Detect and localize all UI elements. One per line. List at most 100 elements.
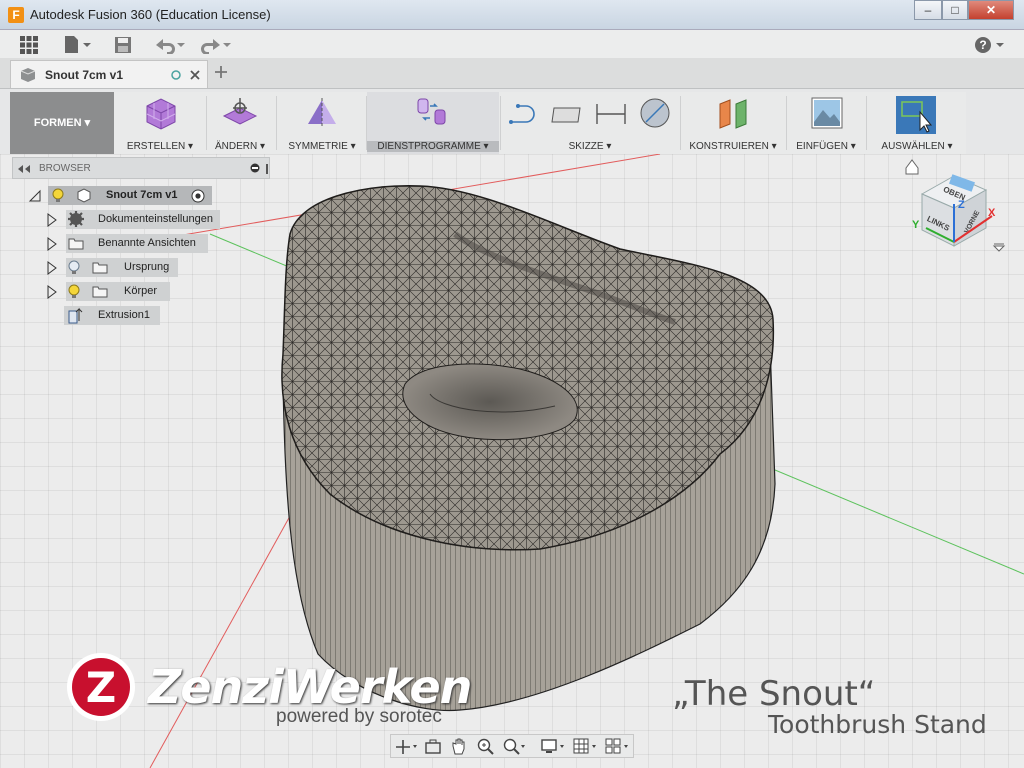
select-icon <box>896 96 936 134</box>
browser-panel-header[interactable]: BROWSER <box>12 157 270 179</box>
toolbar-group-label: SKIZZE <box>568 141 604 152</box>
fit-view-icon[interactable] <box>503 738 527 755</box>
new-tab-icon[interactable] <box>214 65 228 79</box>
browser-title: BROWSER <box>39 163 91 174</box>
close-tab-icon[interactable] <box>189 69 201 81</box>
collapse-browser-icon[interactable] <box>17 164 31 174</box>
expand-triangle-icon[interactable] <box>46 261 58 275</box>
tree-item-ursprung[interactable]: Ursprung <box>46 258 186 277</box>
tree-item-label: Extrusion1 <box>98 309 150 321</box>
svg-text:?: ? <box>979 38 986 52</box>
viewcube[interactable]: OBEN LINKS VORNE X Y Z <box>902 154 1022 264</box>
orbit-icon[interactable] <box>395 739 417 755</box>
sync-status-icon <box>171 70 181 80</box>
expand-triangle-icon[interactable] <box>46 285 58 299</box>
project-title: „The Snout“ <box>672 674 876 714</box>
x-axis-label: X <box>988 207 996 219</box>
create-box-icon <box>146 98 176 130</box>
tree-item-koerper[interactable]: Körper <box>46 282 176 301</box>
workspace-switcher[interactable]: FORMEN ▾ <box>10 92 114 154</box>
sketch-palette-icon <box>640 98 670 128</box>
toolbar-separator <box>276 96 277 150</box>
save-icon[interactable] <box>114 36 132 54</box>
toolbar-group-label: KONSTRUIEREN <box>689 141 769 152</box>
visibility-bulb-icon[interactable] <box>68 284 80 299</box>
viewports-icon[interactable] <box>605 738 631 755</box>
pan-hand-icon[interactable] <box>451 738 467 755</box>
project-subtitle: Toothbrush Stand <box>768 710 987 739</box>
folder-icon <box>92 262 108 274</box>
tree-item-label: Körper <box>124 285 158 297</box>
display-settings-icon[interactable] <box>541 738 567 755</box>
toolbar-separator <box>786 96 787 150</box>
toolbar-separator <box>680 96 681 150</box>
brand-subtitle: powered by sorotec <box>276 706 442 727</box>
tree-item-extrusion1[interactable]: Extrusion1 <box>64 306 164 325</box>
collapse-triangle-icon[interactable] <box>28 189 42 203</box>
quick-access-toolbar: ? <box>0 30 1024 59</box>
toolbar-group-label: AUSWÄHLEN <box>881 141 945 152</box>
construct-icon <box>719 99 747 129</box>
tree-item-label: Benannte Ansichten <box>98 237 196 249</box>
sketch-rectangle-icon <box>551 107 581 123</box>
toolbar-group-label: SYMMETRIE <box>288 141 348 152</box>
tree-item-label: Ursprung <box>124 261 170 273</box>
document-tab-bar: Snout 7cm v1 <box>0 58 1024 89</box>
browser-options-icon[interactable] <box>250 163 260 173</box>
close-window-button[interactable]: ✕ <box>968 0 1014 20</box>
minimize-button[interactable]: – <box>914 0 942 20</box>
toolbar-group-auswaehlen[interactable]: AUSWÄHLEN ▾ <box>868 92 966 154</box>
z-axis-label: Z <box>958 199 965 211</box>
look-at-icon[interactable] <box>425 739 441 755</box>
browser-resize-handle-icon[interactable] <box>264 164 270 174</box>
toolbar-group-skizze[interactable]: SKIZZE ▾ <box>502 92 678 154</box>
document-cube-icon <box>20 68 36 82</box>
visibility-bulb-icon[interactable] <box>52 188 64 203</box>
svg-text:Z: Z <box>86 663 116 712</box>
toolbar-group-konstruieren[interactable]: KONSTRUIEREN ▾ <box>682 92 784 154</box>
toolbar-group-aendern[interactable]: ÄNDERN ▾ <box>208 92 272 154</box>
maximize-button[interactable]: □ <box>942 0 968 20</box>
y-axis-label: Y <box>912 219 920 231</box>
tree-item-benannte-ansichten[interactable]: Benannte Ansichten <box>46 234 216 253</box>
toolbar-group-einfuegen[interactable]: EINFÜGEN ▾ <box>788 92 864 154</box>
sketch-line-icon <box>509 104 535 124</box>
toolbar-group-symmetrie[interactable]: SYMMETRIE ▾ <box>280 92 364 154</box>
toolbar-group-dienstprogramme[interactable]: DIENSTPROGRAMME ▾ <box>367 92 499 154</box>
redo-icon[interactable] <box>198 36 232 54</box>
app-grid-icon[interactable] <box>20 36 38 54</box>
toolbar-group-label: EINFÜGEN <box>796 141 848 152</box>
undo-icon[interactable] <box>153 36 187 54</box>
home-view-icon[interactable] <box>905 159 919 175</box>
help-icon[interactable]: ? <box>974 36 1006 54</box>
activate-component-icon[interactable] <box>191 189 205 203</box>
tree-item-dokumenteinstellungen[interactable]: Dokumenteinstellungen <box>46 210 226 229</box>
visibility-bulb-off-icon[interactable] <box>68 260 80 275</box>
window-title: Autodesk Fusion 360 (Education License) <box>30 7 271 22</box>
toolbar-group-erstellen[interactable]: ERSTELLEN ▾ <box>115 92 205 154</box>
tab-snout-7cm[interactable]: Snout 7cm v1 <box>10 60 208 88</box>
tree-root-label: Snout 7cm v1 <box>106 189 178 201</box>
toolbar-separator <box>866 96 867 150</box>
document-tab-label: Snout 7cm v1 <box>45 68 124 82</box>
brand-logo-icon: Z <box>67 653 135 721</box>
file-menu-icon[interactable] <box>64 36 92 54</box>
utilities-icon <box>417 98 446 125</box>
expand-triangle-icon[interactable] <box>46 237 58 251</box>
folder-icon <box>92 286 108 298</box>
extrusion-icon <box>68 307 83 324</box>
viewcube-menu-icon[interactable] <box>992 243 1006 252</box>
folder-icon <box>68 238 84 250</box>
tree-item-label: Dokumenteinstellungen <box>98 213 213 225</box>
tree-root-row[interactable]: Snout 7cm v1 <box>28 186 218 205</box>
toolbar-separator <box>206 96 207 150</box>
title-bar: F Autodesk Fusion 360 (Education License… <box>0 0 1024 30</box>
modify-icon <box>222 98 258 125</box>
zoom-icon[interactable] <box>477 738 495 755</box>
gear-icon <box>68 211 84 227</box>
toolbar-separator <box>500 96 501 150</box>
expand-triangle-icon[interactable] <box>46 213 58 227</box>
insert-image-icon <box>811 97 843 129</box>
grid-settings-icon[interactable] <box>573 738 599 755</box>
fusion-app-icon: F <box>8 7 24 23</box>
